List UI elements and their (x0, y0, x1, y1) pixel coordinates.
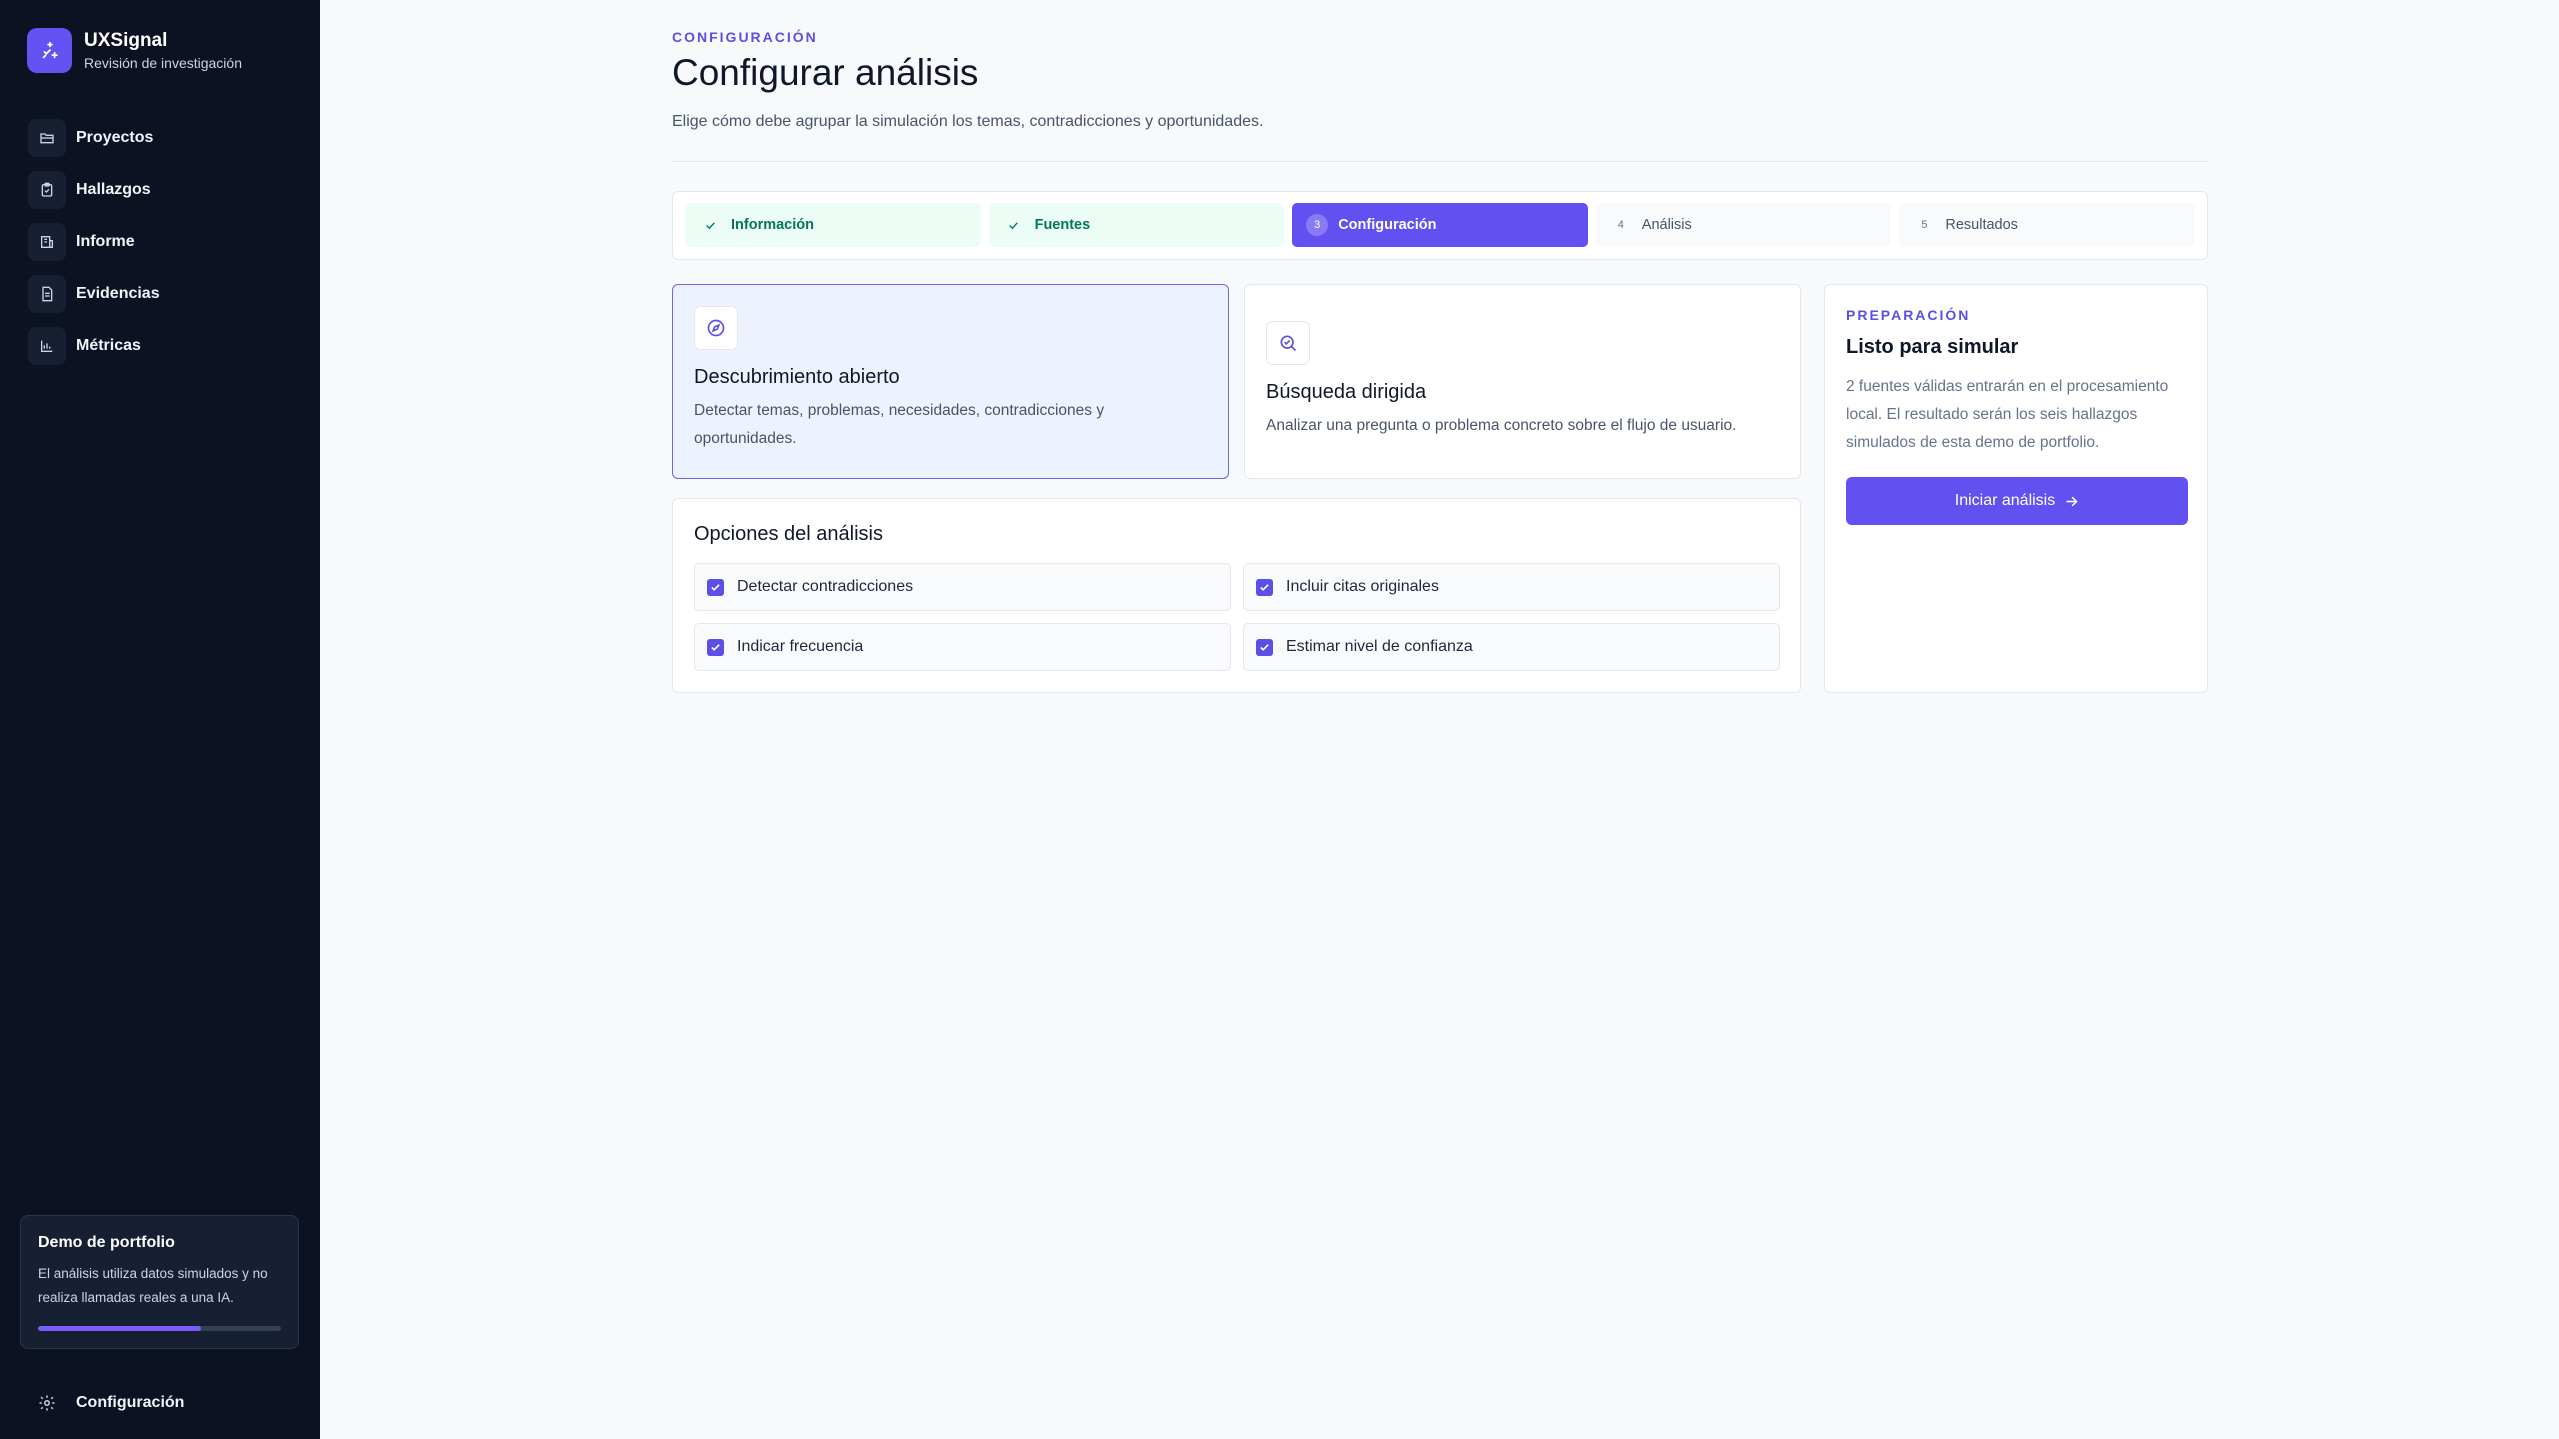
compass-icon (694, 306, 738, 350)
step-label: Análisis (1641, 217, 1692, 233)
prep-text: 2 fuentes válidas entrarán en el procesa… (1846, 378, 2169, 451)
clipboard-icon (28, 171, 66, 209)
option-detectar-contradicciones[interactable]: Detectar contradicciones (694, 563, 1231, 611)
step-fuentes[interactable]: Fuentes (988, 203, 1285, 247)
check-icon (1003, 214, 1025, 236)
demo-title: Demo de portfolio (38, 1234, 175, 1251)
demo-progress-bar (38, 1326, 281, 1331)
sidebar-item-label: Hallazgos (76, 181, 151, 198)
option-label: Estimar nivel de confianza (1286, 638, 1473, 655)
checkbox-checked-icon[interactable] (707, 638, 724, 656)
option-incluir-citas[interactable]: Incluir citas originales (1243, 563, 1780, 611)
document-icon (28, 275, 66, 313)
sidebar-item-label: Métricas (76, 337, 141, 354)
page-eyebrow: CONFIGURACIÓN (672, 29, 818, 45)
check-icon (699, 214, 721, 236)
arrow-right-icon (2064, 494, 2079, 509)
sidebar-item-configuracion[interactable]: Configuración (28, 1377, 184, 1429)
gear-icon (28, 1384, 66, 1422)
step-label: Resultados (1945, 217, 2018, 233)
app-subtitle: Revisión de investigación (84, 54, 242, 71)
step-label: Configuración (1338, 217, 1437, 233)
mode-card-descubrimiento[interactable]: Descubrimiento abierto Detectar temas, p… (672, 284, 1229, 479)
mode-description: Analizar una pregunta o problema concret… (1266, 417, 1737, 434)
step-label: Fuentes (1034, 217, 1091, 233)
step-number: 3 (1306, 214, 1329, 236)
sidebar-item-label: Proyectos (76, 129, 154, 146)
options-card: Opciones del análisis Detectar contradic… (672, 498, 1801, 693)
demo-progress-fill (38, 1326, 201, 1331)
brand[interactable]: UXSignal Revisión de investigación (27, 28, 242, 73)
divider (672, 161, 2208, 162)
search-check-icon (1266, 321, 1310, 365)
step-resultados[interactable]: 5 Resultados (1899, 203, 2195, 247)
page-title: Configurar análisis (672, 52, 979, 93)
prep-title: Listo para simular (1846, 336, 2019, 358)
prep-eyebrow: PREPARACIÓN (1846, 307, 1971, 323)
step-number: 5 (1921, 219, 1928, 231)
checkbox-checked-icon[interactable] (707, 578, 724, 596)
mode-description: Detectar temas, problemas, necesidades, … (694, 402, 1105, 447)
sidebar-item-evidencias[interactable]: Evidencias (28, 268, 292, 320)
demo-text: El análisis utiliza datos simulados y no… (38, 1266, 268, 1305)
mode-title: Búsqueda dirigida (1266, 381, 1427, 403)
folder-icon (28, 119, 66, 157)
app-name: UXSignal (84, 29, 168, 51)
sidebar-item-hallazgos[interactable]: Hallazgos (28, 164, 292, 216)
page-description: Elige cómo debe agrupar la simulación lo… (672, 113, 1264, 130)
demo-card: Demo de portfolio El análisis utiliza da… (20, 1215, 299, 1349)
sidebar-item-label: Informe (76, 233, 135, 250)
step-informacion[interactable]: Información (685, 203, 981, 247)
preparation-panel: PREPARACIÓN Listo para simular 2 fuentes… (1824, 284, 2208, 693)
sidebar-item-label: Configuración (76, 1394, 185, 1411)
checkbox-checked-icon[interactable] (1256, 578, 1273, 596)
step-label: Información (731, 217, 814, 233)
sidebar-item-informe[interactable]: Informe (28, 216, 292, 268)
sidebar-nav: Proyectos Hallazgos Informe Evidencias M… (28, 112, 292, 372)
sparkles-icon (27, 28, 72, 73)
option-label: Detectar contradicciones (737, 578, 914, 595)
option-label: Incluir citas originales (1286, 578, 1439, 595)
button-label: Iniciar análisis (1954, 492, 2056, 509)
option-indicar-frecuencia[interactable]: Indicar frecuencia (694, 623, 1231, 671)
mode-card-busqueda[interactable]: Búsqueda dirigida Analizar una pregunta … (1244, 284, 1801, 479)
step-analisis[interactable]: 4 Análisis (1595, 203, 1892, 247)
sidebar-item-metricas[interactable]: Métricas (28, 320, 292, 372)
sidebar-item-label: Evidencias (76, 285, 160, 302)
checkbox-checked-icon[interactable] (1256, 638, 1273, 656)
stepper: Información Fuentes 3 Configuración 4 An… (672, 191, 2208, 260)
start-analysis-button[interactable]: Iniciar análisis (1846, 477, 2188, 525)
option-estimar-confianza[interactable]: Estimar nivel de confianza (1243, 623, 1780, 671)
report-icon (28, 223, 66, 261)
sidebar: UXSignal Revisión de investigación Proye… (0, 0, 320, 1439)
bar-chart-icon (28, 327, 66, 365)
step-configuracion[interactable]: 3 Configuración (1292, 203, 1588, 247)
mode-title: Descubrimiento abierto (694, 366, 900, 388)
option-label: Indicar frecuencia (737, 638, 864, 655)
step-number: 4 (1617, 219, 1624, 231)
options-title: Opciones del análisis (694, 523, 883, 545)
sidebar-item-proyectos[interactable]: Proyectos (28, 112, 292, 164)
